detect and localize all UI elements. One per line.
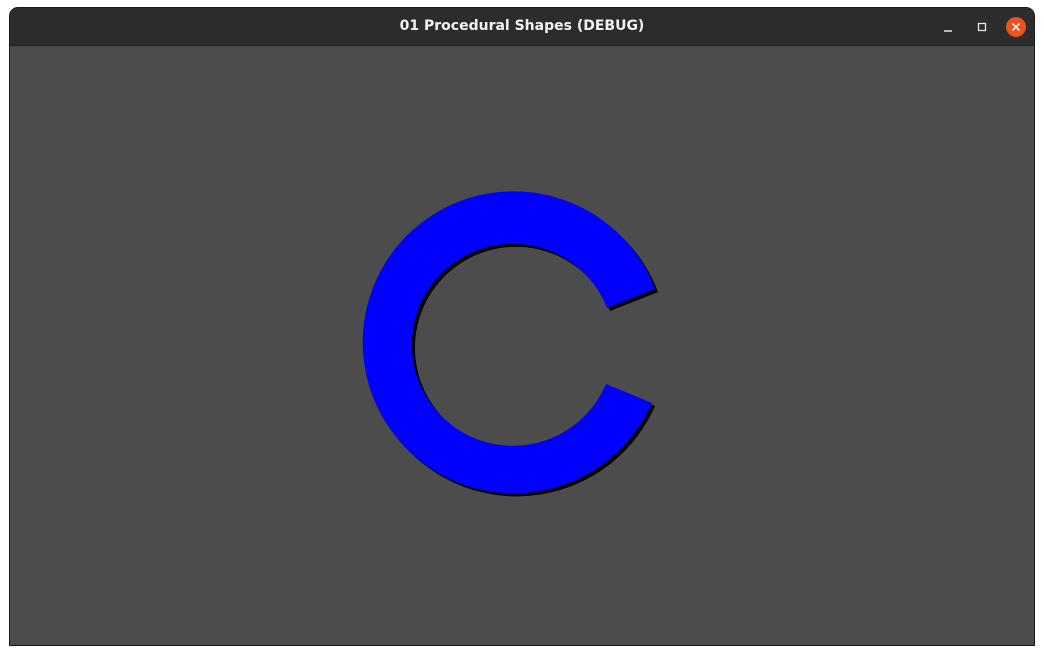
minimize-icon bbox=[944, 30, 952, 32]
scene-svg bbox=[362, 191, 658, 497]
minimize-button[interactable] bbox=[938, 17, 958, 37]
close-icon bbox=[1011, 22, 1021, 32]
app-window: 01 Procedural Shapes (DEBUG) bbox=[10, 8, 1034, 645]
window-title: 01 Procedural Shapes (DEBUG) bbox=[399, 18, 645, 34]
maximize-icon bbox=[977, 22, 987, 32]
title-bar[interactable]: 01 Procedural Shapes (DEBUG) bbox=[10, 8, 1034, 46]
maximize-button[interactable] bbox=[972, 17, 992, 37]
ring-arc-shape bbox=[362, 191, 655, 494]
render-viewport[interactable] bbox=[10, 46, 1034, 645]
close-button[interactable] bbox=[1006, 17, 1026, 37]
